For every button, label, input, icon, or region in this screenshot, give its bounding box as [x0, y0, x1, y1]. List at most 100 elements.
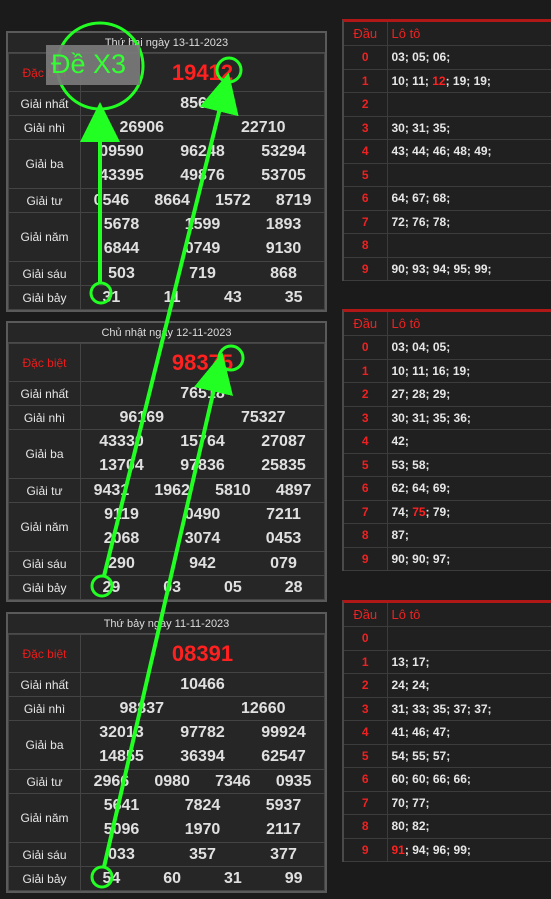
label-second: Giải nhì [8, 696, 81, 721]
loto-values: 24; 24; [391, 678, 430, 693]
label-fifth: Giải năm [8, 502, 81, 552]
loto-row: 4 43; 44; 46; 48; 49; [344, 139, 551, 164]
loto-values: 10; 11; 16; 19; [391, 363, 471, 378]
fourth-value: 1572 [215, 191, 251, 209]
loto-values: 30; 31; 35; [391, 120, 451, 135]
fourth-value: 1962 [154, 481, 190, 499]
loto-values: 87; [391, 528, 409, 543]
fourth-value: 8719 [275, 191, 312, 209]
loto-values-rest: ; 79; [425, 504, 451, 519]
dau-header: Đầu [344, 22, 388, 46]
loto-header: Lô tô [387, 603, 551, 627]
label-special: Đặc biệt [8, 634, 81, 673]
fifth-value: 9130 [265, 240, 302, 257]
label-fourth: Giải tư [8, 478, 81, 503]
loto-row: 8 80; 82; [344, 814, 551, 839]
fourth-value: 5810 [215, 481, 251, 499]
fifth-value: 1599 [184, 216, 221, 233]
result-table: Thứ bảy ngày 11-11-2023 Đặc biệt 08391 G… [6, 612, 327, 893]
label-second: Giải nhì [8, 405, 81, 430]
loto-values: 62; 64; 69; [391, 481, 451, 496]
third-value: 99924 [261, 724, 306, 741]
loto-head-digit: 3 [344, 406, 388, 430]
fifth-value: 3074 [184, 530, 221, 547]
label-first: Giải nhất [8, 91, 81, 116]
sixth-value: 290 [108, 554, 135, 572]
loto-values: 80; 82; [391, 819, 430, 834]
third-value: 62547 [261, 748, 306, 765]
loto-values: 10; 11; [391, 73, 433, 88]
seventh-value: 60 [163, 869, 182, 887]
loto-head-digit: 4 [344, 720, 388, 745]
first-prize: 76518 [180, 384, 225, 402]
loto-row: 0 03; 04; 05; [344, 335, 551, 360]
label-fifth: Giải năm [8, 212, 81, 262]
loto-head-digit: 7 [344, 791, 388, 815]
special-prize: 08391 [171, 640, 234, 666]
loto-head-digit: 4 [344, 429, 388, 454]
loto-head-digit: 4 [344, 139, 388, 164]
loto-values: 53; 58; [391, 457, 430, 472]
fifth-value: 9119 [104, 506, 139, 523]
second-value: 26906 [119, 118, 165, 136]
loto-head-digit: 9 [344, 838, 388, 862]
third-value: 43330 [99, 433, 144, 450]
de-x3-label: Đề X3 [51, 49, 127, 79]
draw-date: Thứ bảy ngày 11-11-2023 [8, 614, 325, 634]
loto-values: 72; 76; 78; [391, 214, 451, 229]
loto-header: Lô tô [387, 312, 551, 336]
loto-head-digit: 6 [344, 476, 388, 501]
second-value: 22710 [241, 118, 286, 136]
loto-table: Đầu Lô tô 0 03; 04; 05; 1 10; 11; 16; 19; 2 27… [342, 309, 551, 571]
loto-row: 1 10; 11; 12; 19; 19; [344, 69, 551, 93]
loto-row: 2 [344, 92, 551, 117]
loto-values: 27; 28; 29; [391, 387, 451, 402]
fifth-value: 2068 [103, 530, 140, 547]
loto-head-digit: 7 [344, 500, 388, 524]
loto-head-digit: 2 [344, 92, 388, 117]
loto-head-digit: 0 [344, 335, 388, 360]
seventh-value: 35 [284, 288, 303, 306]
sixth-value: 503 [108, 264, 135, 282]
third-value: 53294 [261, 143, 306, 160]
seventh-value: 29 [102, 578, 121, 596]
fifth-value: 5641 [103, 797, 140, 814]
loto-values: 41; 46; 47; [391, 725, 451, 740]
fifth-value: 1970 [184, 821, 221, 838]
fifth-value: 2117 [266, 821, 301, 838]
loto-head-digit: 6 [344, 186, 388, 211]
third-value: 27087 [261, 433, 306, 450]
sixth-value: 719 [189, 264, 216, 282]
loto-head-digit: 2 [344, 673, 388, 698]
loto-head-digit: 1 [344, 69, 388, 93]
loto-row: 7 70; 77; [344, 791, 551, 815]
sixth-value: 377 [270, 845, 297, 863]
loto-values-rest: ; 19; 19; [445, 73, 491, 88]
loto-values: 90; 90; 97; [391, 551, 451, 566]
label-fourth: Giải tư [8, 188, 81, 213]
label-fifth: Giải năm [8, 793, 81, 843]
prize-grid: Đặc biệt 19412 Giải nhất 85687 Giải nhì … [8, 53, 325, 310]
loto-row: 6 60; 60; 66; 66; [344, 767, 551, 792]
first-prize: 85687 [180, 94, 225, 112]
loto-row: 5 53; 58; [344, 453, 551, 477]
third-value: 25835 [261, 457, 306, 474]
loto-row: 5 54; 55; 57; [344, 744, 551, 768]
loto-special-tail: 75 [412, 504, 426, 519]
seventh-value: 99 [284, 869, 303, 887]
loto-head-digit: 0 [344, 626, 388, 651]
fourth-value: 9431 [93, 481, 130, 499]
fifth-value: 0490 [184, 506, 221, 523]
loto-head-digit: 8 [344, 523, 388, 548]
loto-special-tail: 12 [432, 73, 446, 88]
fifth-value: 5096 [103, 821, 140, 838]
sixth-value: 079 [270, 554, 297, 572]
prize-grid: Đặc biệt 08391 Giải nhất 10466 Giải nhì … [8, 634, 325, 891]
seventh-value: 31 [102, 288, 121, 306]
loto-values: 64; 67; 68; [391, 191, 451, 206]
loto-row: 3 30; 31; 35; 36; [344, 406, 551, 430]
loto-row: 7 74; 75; 79; [344, 500, 551, 524]
third-value: 09590 [99, 143, 144, 160]
special-prize: 98375 [171, 349, 234, 375]
fifth-value: 5678 [103, 216, 140, 233]
